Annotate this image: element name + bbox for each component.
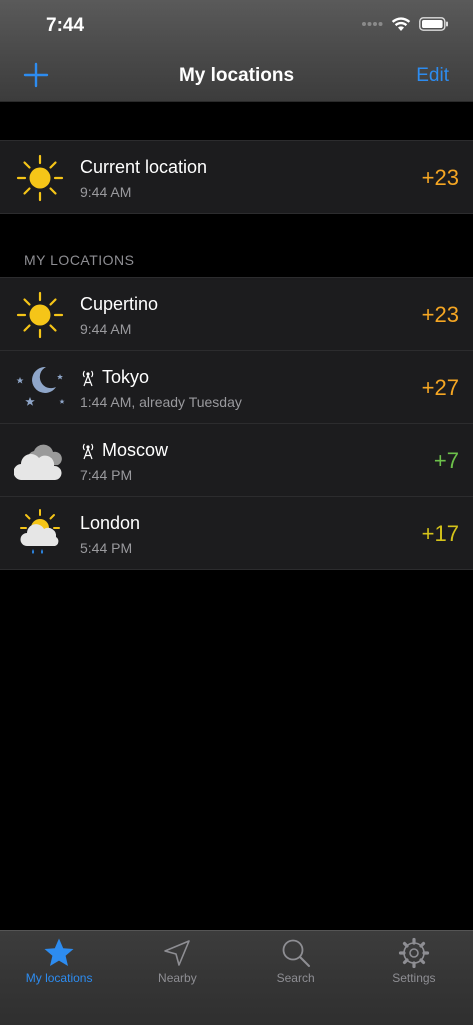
location-name: Tokyo: [80, 367, 149, 388]
gear-icon: [398, 937, 429, 969]
location-name: London: [80, 513, 140, 534]
battery-icon: [419, 17, 448, 31]
location-temperature: +7: [433, 448, 459, 473]
nav-bar: My locations Edit: [0, 52, 473, 102]
location-name-text: Tokyo: [102, 367, 150, 387]
location-name-text: London: [80, 513, 141, 533]
location-name: Cupertino: [80, 294, 158, 315]
location-name-text: Current location: [80, 157, 208, 177]
tab-settings[interactable]: Settings: [355, 931, 473, 1025]
location-arrow-icon: [164, 940, 191, 966]
location-temperature: +27: [421, 375, 459, 400]
current-location-row[interactable]: Current location 9:44 AM +23: [0, 141, 473, 213]
location-name-text: Cupertino: [80, 294, 159, 314]
current-location-group: Current location 9:44 AM +23: [0, 140, 473, 214]
tab-label: Settings: [392, 971, 436, 985]
location-name-text: Moscow: [102, 440, 169, 460]
location-time: 9:44 AM: [80, 321, 132, 337]
wifi-icon: [391, 17, 411, 31]
location-name: Moscow: [80, 440, 168, 461]
sun-icon: [16, 154, 64, 202]
status-icons: [361, 16, 449, 32]
location-temperature: +17: [421, 521, 459, 546]
location-row-tokyo[interactable]: Tokyo 1:44 AM, already Tuesday +27: [0, 351, 473, 424]
sun-icon: [16, 291, 64, 339]
location-row-cupertino[interactable]: Cupertino 9:44 AM +23: [0, 278, 473, 351]
tab-label: Nearby: [158, 971, 197, 985]
search-icon: [282, 939, 310, 967]
location-time: 5:44 PM: [80, 540, 133, 556]
tab-my-locations[interactable]: My locations: [0, 931, 118, 1025]
tab-bar: My locations Nearby Search Settings: [0, 930, 473, 1025]
my-locations-list: Cupertino 9:44 AM +23 Tokyo 1:44 AM, alr…: [0, 277, 473, 570]
edit-button[interactable]: Edit: [416, 65, 449, 87]
status-time: 7:44: [46, 15, 85, 36]
page-title: My locations: [178, 65, 295, 86]
signal-icon: [362, 22, 383, 26]
broadcast-tower-icon: [82, 370, 94, 386]
cloud-icon: [14, 444, 62, 481]
location-row-moscow[interactable]: Moscow 7:44 PM +7: [0, 424, 473, 497]
location-time: 9:44 AM: [80, 184, 132, 200]
broadcast-tower-icon: [82, 443, 94, 459]
tab-label: My locations: [25, 971, 93, 985]
tab-search[interactable]: Search: [237, 931, 355, 1025]
tab-label: Search: [276, 971, 315, 985]
star-icon: [44, 938, 74, 966]
tab-nearby[interactable]: Nearby: [118, 931, 236, 1025]
location-temperature: +23: [421, 302, 459, 327]
location-temperature: +23: [421, 165, 459, 190]
location-name: Current location: [80, 157, 207, 178]
status-bar: 7:44: [0, 0, 473, 52]
section-header-my-locations: MY LOCATIONS: [24, 252, 135, 268]
location-time: 1:44 AM, already Tuesday: [80, 394, 242, 410]
location-time: 7:44 PM: [80, 467, 133, 483]
location-row-london[interactable]: London 5:44 PM +17: [0, 497, 473, 569]
moon-stars-icon: [16, 366, 65, 406]
sun-cloud-rain-icon: [20, 509, 60, 554]
